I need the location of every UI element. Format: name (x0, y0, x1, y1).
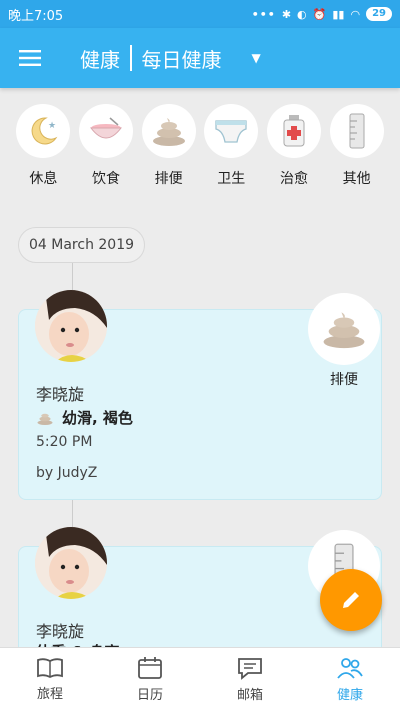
category-label: 休息 (29, 171, 58, 187)
entry-detail-text: 幼滑, 褐色 (62, 409, 133, 427)
child-name: 李晓旋 (36, 622, 85, 641)
nav-label: 日历 (136, 688, 163, 703)
category-label: 排便 (154, 171, 183, 187)
entry-type-badge: 排便 (308, 293, 380, 389)
entry-author: by JudyZ (36, 465, 98, 481)
entry-detail: 幼滑, 褐色 (36, 407, 133, 428)
chat-icon (238, 658, 262, 680)
category-food[interactable]: 饮食 (77, 104, 135, 188)
nav-mailbox[interactable]: 邮箱 (200, 648, 300, 711)
alarm-icon: ⏰ (312, 7, 327, 21)
ruler-icon (329, 104, 384, 158)
category-label: 卫生 (217, 171, 246, 187)
bottom-nav: 旅程 日历 邮箱 健康 (0, 647, 400, 711)
nav-label: 旅程 (36, 687, 63, 702)
status-time: 晚上7:05 (8, 8, 64, 24)
chevron-down-icon[interactable]: ▼ (252, 51, 261, 65)
signal-icon: ▮▮ (332, 7, 345, 21)
edit-fab-button[interactable] (320, 569, 382, 631)
category-cure[interactable]: 治愈 (265, 104, 323, 188)
nav-journey[interactable]: 旅程 (0, 648, 100, 711)
category-other[interactable]: 其他 (328, 104, 386, 188)
bowl-icon (78, 104, 133, 158)
child-name: 李晓旋 (36, 385, 85, 404)
title-main: 健康 (80, 47, 120, 72)
pencil-icon (343, 592, 359, 608)
category-label: 饮食 (91, 171, 120, 187)
notification-dots-icon: ••• (251, 7, 276, 21)
battery-icon: 29 (366, 7, 392, 21)
category-row: ★ 休息 饮食 排便 卫生 治愈 其他 (0, 104, 400, 188)
category-rest[interactable]: ★ 休息 (14, 104, 72, 188)
entry-time: 5:20 PM (36, 434, 93, 450)
menu-icon[interactable] (0, 28, 60, 88)
wifi-icon: ◠ (350, 7, 361, 21)
status-icons: ••• ✱ ◐ ⏰ ▮▮ ◠ 29 (252, 7, 392, 21)
toggle-icon: ◐ (297, 7, 307, 21)
book-icon (37, 658, 63, 679)
avatar (35, 290, 107, 362)
nav-label: 健康 (336, 688, 363, 703)
nav-health[interactable]: 健康 (300, 648, 400, 711)
app-bar: 健康 每日健康 ▼ (0, 28, 400, 88)
calendar-icon (138, 657, 162, 679)
diaper-icon (204, 104, 259, 158)
avatar (35, 527, 107, 599)
svg-text:★: ★ (48, 121, 56, 131)
category-hygiene[interactable]: 卫生 (202, 104, 260, 188)
nav-label: 邮箱 (236, 688, 263, 703)
bluetooth-icon: ✱ (281, 7, 292, 21)
entry-type-label: 排便 (330, 372, 358, 388)
poop-icon (308, 293, 380, 365)
page-title[interactable]: 健康 每日健康 ▼ (80, 44, 261, 73)
category-label: 治愈 (279, 171, 308, 187)
title-divider (130, 45, 132, 71)
health-icon (337, 658, 363, 679)
category-poop[interactable]: 排便 (140, 104, 198, 188)
poop-icon (37, 413, 53, 425)
poop-icon (141, 104, 196, 158)
status-bar: 晚上7:05 ••• ✱ ◐ ⏰ ▮▮ ◠ 29 (0, 0, 400, 28)
moon-icon: ★ (16, 104, 71, 158)
title-sub: 每日健康 (141, 47, 222, 72)
date-chip[interactable]: 04 March 2019 (18, 227, 146, 263)
medicine-icon (266, 104, 321, 158)
nav-calendar[interactable]: 日历 (100, 648, 200, 711)
category-label: 其他 (342, 171, 371, 187)
